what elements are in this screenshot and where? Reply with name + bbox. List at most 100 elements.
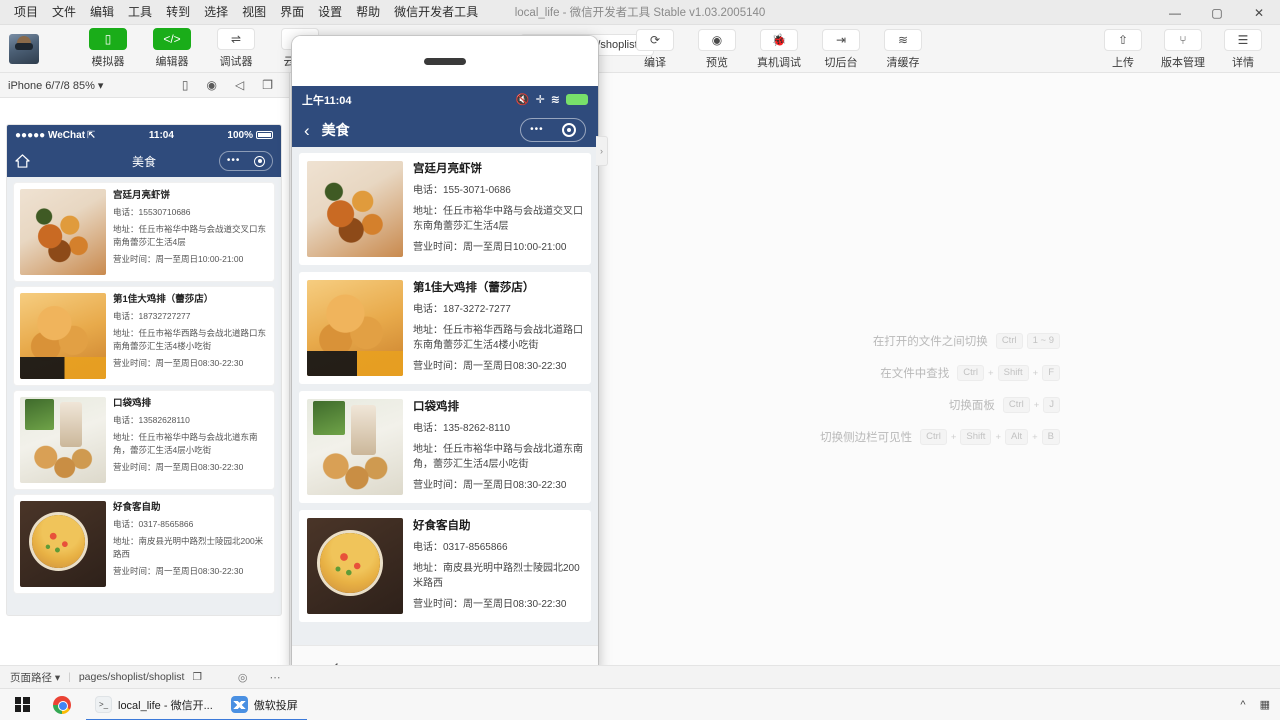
tool-debugger-label: 调试器 <box>219 56 253 68</box>
eye-icon[interactable]: ◎ <box>238 671 248 684</box>
menu-item-edit[interactable]: 编辑 <box>83 2 121 22</box>
tool-real-device-debug-label: 真机调试 <box>757 57 801 69</box>
branch-icon: ⑂ <box>1164 29 1202 51</box>
maximize-button[interactable]: ▢ <box>1196 0 1238 25</box>
shop-address: 地址：任丘市裕华中路与会战北道东南角，蕾莎汇生活4层小吃街 <box>413 444 583 470</box>
sim-time: 11:04 <box>148 129 174 141</box>
avatar[interactable] <box>9 33 39 64</box>
phone-earpiece-area <box>292 36 598 86</box>
menu-item-view[interactable]: 视图 <box>235 2 273 22</box>
copy-icon[interactable]: ❐ <box>192 671 201 683</box>
shop-address: 地址：任丘市裕华中路与会战道交叉口东南角蕾莎汇生活4层 <box>113 224 267 247</box>
sim-carrier: ●●●●● WeChat <box>15 129 86 141</box>
menu-item-project[interactable]: 项目 <box>7 2 45 22</box>
sim-capsule-menu[interactable]: ••• <box>219 151 273 171</box>
close-button[interactable]: ✕ <box>1238 0 1280 25</box>
status-separator: | <box>68 671 71 683</box>
list-item[interactable]: 口袋鸡排 电话：135-8262-8110 地址：任丘市裕华中路与会战北道东南角… <box>299 391 591 503</box>
list-item[interactable]: 好食客自助 电话：0317-8565866 地址：南皮县光明中路烈士陵园北200… <box>299 510 591 622</box>
panel-expand-arrow[interactable]: › <box>596 136 608 166</box>
menu-item-file[interactable]: 文件 <box>45 2 83 22</box>
key-cap: F <box>1042 365 1060 381</box>
shortcut-hints: 在打开的文件之间切换 Ctrl 1 ~ 9 在文件中查找 Ctrl + Shif… <box>760 333 1060 445</box>
simulator-screen[interactable]: ●●●●● WeChat ⇱ 11:04 100% 美食 ••• 宫廷月亮虾饼 … <box>7 125 281 615</box>
tool-debugger[interactable]: ⇌ 调试器 <box>211 28 261 69</box>
shortcut-label: 切换面板 <box>948 400 995 412</box>
list-item[interactable]: 好食客自助 电话：0317-8565866 地址：南皮县光明中路烈士陵园北200… <box>14 495 274 593</box>
list-item[interactable]: 宫廷月亮虾饼 电话：155-3071-0686 地址：任丘市裕华中路与会战道交叉… <box>299 153 591 265</box>
toolbar-mid-group: ⟳ 编译 ◉ 预览 🐞 真机调试 ⇥ 切后台 ≋ 清缓存 <box>630 29 928 70</box>
menu-item-goto[interactable]: 转到 <box>159 2 197 22</box>
phone-mirror-window[interactable]: 上午11:04 🔇 ✛ ≋ ‹ 美食 ••• 宫廷月亮虾饼 电话：155-307… <box>292 36 598 676</box>
system-tray: ^ ▦ <box>1240 698 1280 712</box>
toolbar-right-group: ⇧ 上传 ⑂ 版本管理 ☰ 详情 <box>1098 29 1268 70</box>
start-button[interactable] <box>0 697 44 712</box>
upload-icon: ⇧ <box>1104 29 1142 51</box>
taskbar-item-apowermirror[interactable]: 傲软投屏 <box>221 689 307 720</box>
list-item[interactable]: 宫廷月亮虾饼 电话：15530710686 地址：任丘市裕华中路与会战道交叉口东… <box>14 183 274 281</box>
tool-preview-label: 预览 <box>706 57 728 69</box>
mirror-shop-list[interactable]: 宫廷月亮虾饼 电话：155-3071-0686 地址：任丘市裕华中路与会战道交叉… <box>292 147 598 645</box>
shop-photo <box>20 293 106 379</box>
layers-icon: ≋ <box>884 29 922 51</box>
shortcut-keys: Ctrl 1 ~ 9 <box>995 333 1060 349</box>
shop-name: 好食客自助 <box>413 520 471 532</box>
bug-icon: 🐞 <box>760 29 798 51</box>
speaker-grille <box>424 57 466 65</box>
tool-background[interactable]: ⇥ 切后台 <box>816 29 866 70</box>
tool-preview[interactable]: ◉ 预览 <box>692 29 742 70</box>
status-bar-icons: ◎ ⋯ <box>238 671 281 684</box>
shortcut-keys: Ctrl + Shift + Alt + B <box>920 429 1060 445</box>
chrome-icon <box>53 695 71 714</box>
plus-sign: + <box>1032 431 1038 443</box>
menu-item-tools[interactable]: 工具 <box>121 2 159 22</box>
taskbar-item-chrome[interactable] <box>44 689 86 720</box>
device-select[interactable]: iPhone 6/7/8 85% ▾ <box>8 79 103 92</box>
key-cap: Ctrl <box>995 333 1023 349</box>
shop-hours: 营业时间：周一至周日08:30-22:30 <box>413 599 567 610</box>
list-item[interactable]: 第1佳大鸡排（蕾莎店） 电话：18732727277 地址：任丘市裕华西路与会战… <box>14 287 274 385</box>
menu-item-help[interactable]: 帮助 <box>349 2 387 22</box>
tool-version-control[interactable]: ⑂ 版本管理 <box>1158 29 1208 70</box>
menu-item-settings[interactable]: 设置 <box>311 2 349 22</box>
tray-icon[interactable]: ▦ <box>1260 698 1270 711</box>
sim-shop-list[interactable]: 宫廷月亮虾饼 电话：15530710686 地址：任丘市裕华中路与会战道交叉口东… <box>7 177 281 615</box>
window-icon[interactable]: ❐ <box>262 78 273 92</box>
debugger-icon: ⇌ <box>217 28 255 50</box>
shop-photo <box>307 280 403 376</box>
minimize-button[interactable]: — <box>1154 0 1196 25</box>
shortcut-row: 切换面板 Ctrl + J <box>760 397 1060 413</box>
tool-details[interactable]: ☰ 详情 <box>1218 29 1268 70</box>
background-icon: ⇥ <box>822 29 860 51</box>
simulator-toolbar: iPhone 6/7/8 85% ▾ ▯ ◉ ◁ ❐ <box>0 73 290 98</box>
list-item[interactable]: 口袋鸡排 电话：13582628110 地址：任丘市裕华中路与会战北道东南角，蕾… <box>14 391 274 489</box>
menu-item-select[interactable]: 选择 <box>197 2 235 22</box>
plus-sign: + <box>995 431 1001 443</box>
record-icon[interactable]: ◉ <box>207 78 217 92</box>
tool-simulator[interactable]: ▯ 模拟器 <box>83 28 133 69</box>
tool-real-device-debug[interactable]: 🐞 真机调试 <box>754 29 804 70</box>
shop-name: 好食客自助 <box>113 502 161 513</box>
status-path-label[interactable]: 页面路径 ▾ <box>10 670 60 685</box>
volume-icon[interactable]: ◁ <box>235 78 244 92</box>
shop-phone: 电话：0317-8565866 <box>113 519 194 529</box>
tray-expand-icon[interactable]: ^ <box>1240 699 1245 711</box>
chevron-down-icon: ▾ <box>97 79 104 92</box>
more-icon[interactable]: ⋯ <box>270 671 281 684</box>
rotate-icon[interactable]: ▯ <box>182 78 189 92</box>
tool-upload[interactable]: ⇧ 上传 <box>1098 29 1148 70</box>
taskbar-item-devtools[interactable]: >_ local_life - 微信开... <box>86 689 222 720</box>
mirror-page-title: 美食 <box>321 122 350 138</box>
menu-item-interface[interactable]: 界面 <box>273 2 311 22</box>
plus-sign: + <box>1033 399 1040 411</box>
tool-editor[interactable]: </> 编辑器 <box>147 28 197 69</box>
shop-photo <box>307 399 403 495</box>
tool-clear-cache[interactable]: ≋ 清缓存 <box>878 29 928 70</box>
list-item[interactable]: 第1佳大鸡排（蕾莎店） 电话：187-3272-7277 地址：任丘市裕华西路与… <box>299 272 591 384</box>
shop-name: 第1佳大鸡排（蕾莎店） <box>413 282 535 294</box>
menu-item-devtools[interactable]: 微信开发者工具 <box>387 2 485 22</box>
tool-compile[interactable]: ⟳ 编译 <box>630 29 680 70</box>
back-icon[interactable]: ‹ <box>304 122 310 139</box>
shortcut-row: 切换侧边栏可见性 Ctrl + Shift + Alt + B <box>760 429 1060 445</box>
mirror-capsule-menu[interactable]: ••• <box>520 118 586 142</box>
